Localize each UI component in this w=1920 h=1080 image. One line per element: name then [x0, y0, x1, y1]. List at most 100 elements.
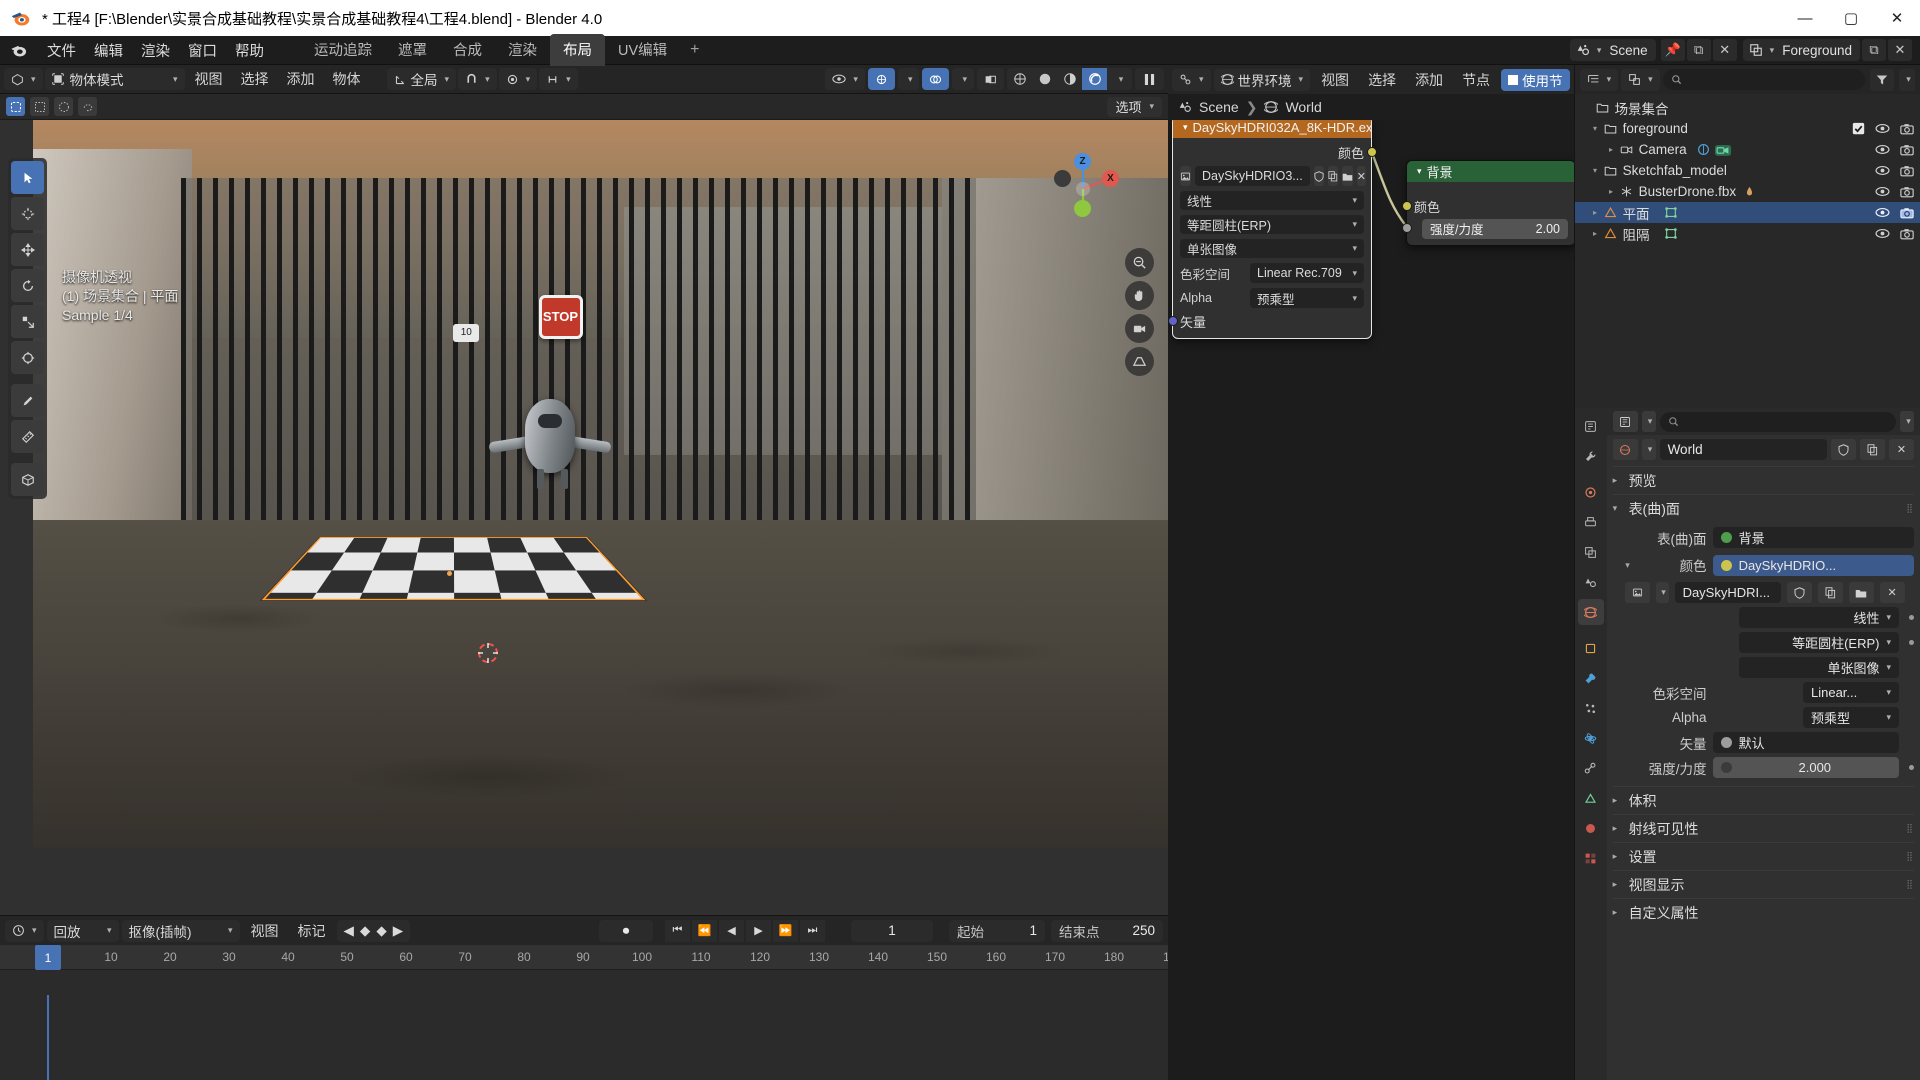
viewport-menu-object[interactable]: 物体 — [325, 68, 369, 90]
properties-tab-modifier[interactable] — [1578, 665, 1604, 691]
new-scene-icon[interactable]: ⧉ — [1686, 39, 1711, 61]
zoom-icon[interactable] — [1125, 248, 1154, 277]
blender-menu-icon[interactable] — [9, 40, 29, 60]
expand-triangle-icon[interactable]: ▸ — [1589, 208, 1602, 217]
overlays-dropdown[interactable]: ▾ — [952, 68, 974, 90]
annotate-tool[interactable] — [11, 384, 44, 417]
duplicate-icon[interactable] — [1327, 166, 1338, 186]
properties-tab-physics[interactable] — [1578, 725, 1604, 751]
circle-select-icon[interactable] — [54, 97, 73, 116]
expand-triangle-icon[interactable]: ▸ — [1589, 229, 1602, 238]
chevron-down-icon[interactable]: ▾ — [1899, 68, 1915, 91]
perspective-toggle-icon[interactable] — [1125, 347, 1154, 376]
camera-render-icon[interactable] — [1900, 165, 1914, 177]
outliner-row-plane[interactable]: ▸ 平面 — [1574, 202, 1920, 223]
end-frame-field[interactable]: 结束点 250 — [1051, 919, 1163, 942]
open-folder-icon[interactable] — [1848, 582, 1874, 603]
background-node-header[interactable]: ▾ 背景 — [1407, 161, 1574, 182]
background-node[interactable]: ▾ 背景 颜色 强度/力度 2.00 — [1402, 160, 1574, 246]
panel-header-ray-visibility[interactable]: ▸ 射线可见性 ⣿ — [1612, 814, 1914, 842]
breadcrumb-world-label[interactable]: World — [1285, 99, 1321, 115]
eye-visibility-icon[interactable] — [1875, 144, 1890, 155]
gizmo-axis-y[interactable] — [1074, 200, 1091, 217]
properties-tab-world[interactable] — [1577, 599, 1604, 625]
gizmo-axis-x[interactable]: X — [1102, 170, 1119, 187]
3d-viewport[interactable]: 选项 ▾ 10 STOP 摄像机透视 (1) 场景集合 | 平面 Sample … — [0, 94, 1168, 915]
outliner-row-foreground[interactable]: ▾ foreground — [1575, 118, 1920, 139]
playhead-marker[interactable]: 1 — [35, 945, 61, 970]
snap-magnet-icon[interactable]: ▾ — [458, 68, 497, 90]
menu-window[interactable]: 窗口 — [179, 37, 226, 64]
drag-dots-icon[interactable]: ⣿ — [1906, 824, 1914, 833]
shading-wireframe-button[interactable] — [1007, 68, 1032, 90]
pan-hand-icon[interactable] — [1125, 281, 1154, 310]
chevron-down-icon[interactable]: ▾ — [1619, 560, 1637, 571]
cursor-tool[interactable] — [11, 197, 44, 230]
timeline-keyframe-area[interactable] — [0, 970, 1168, 1080]
gizmo-axis-z[interactable]: Z — [1074, 153, 1091, 170]
pin-icon[interactable]: 📌 — [1660, 39, 1685, 61]
filter-funnel-icon[interactable] — [1870, 68, 1894, 91]
outliner-row-sketchfab-model[interactable]: ▾ Sketchfab_model — [1575, 160, 1920, 181]
shading-rendered-button[interactable] — [1082, 68, 1107, 90]
viewport-canvas[interactable]: 10 STOP 摄像机透视 (1) 场景集合 | 平面 Sample 1/4 Z… — [0, 120, 1168, 915]
collapse-chevron-icon[interactable]: ▾ — [1183, 122, 1188, 133]
properties-panel-list[interactable]: ▸ 预览 ▾ 表(曲)面 ⣿ 表(曲)面 背景 ▾ 颜色 DaySkyHDRIO… — [1607, 464, 1920, 1080]
gizmo-axis-neg-x[interactable] — [1054, 170, 1071, 187]
jump-prev-keyframe-icon[interactable]: ◀ — [344, 923, 354, 939]
lasso-select-icon[interactable] — [78, 97, 97, 116]
properties-tab-data[interactable] — [1578, 785, 1604, 811]
outliner-display-mode[interactable]: ▾ — [1621, 68, 1660, 91]
close-button[interactable]: ✕ — [1874, 0, 1920, 36]
drag-dots-icon[interactable]: ⣿ — [1906, 504, 1914, 513]
outliner-editor-icon[interactable]: ▾ — [1579, 68, 1619, 91]
shading-material-preview-button[interactable] — [1057, 68, 1082, 90]
shield-fake-user-icon[interactable] — [1313, 166, 1324, 186]
eye-visibility-icon[interactable] — [1875, 228, 1890, 239]
properties-search-input[interactable] — [1659, 411, 1896, 432]
shield-fake-user-icon[interactable] — [1786, 582, 1812, 603]
workspace-tab-uv-editing[interactable]: UV编辑 — [605, 34, 680, 66]
surface-vector-field[interactable]: 默认 — [1712, 732, 1899, 753]
remove-scene-icon[interactable]: ✕ — [1712, 39, 1737, 61]
playback-menu[interactable]: 回放 ▾ — [46, 919, 119, 942]
outliner-tree[interactable]: 场景集合 ▾ foreground ▸ Camera ▾ Sketchfab_m… — [1574, 94, 1920, 408]
surface-strength-field[interactable]: 2.000 — [1712, 757, 1899, 778]
properties-tab-scene[interactable] — [1578, 569, 1604, 595]
play-reverse-button[interactable]: ◀ — [719, 919, 744, 942]
outliner-row-blocker[interactable]: ▸ 阻隔 — [1575, 223, 1920, 244]
animate-property-dot[interactable] — [1909, 640, 1914, 645]
tweak-select-icon[interactable] — [6, 97, 25, 116]
workspace-tab-masking[interactable]: 遮罩 — [385, 34, 440, 66]
world-name-field[interactable]: World — [1659, 439, 1827, 460]
snap-increment-icon[interactable]: ▾ — [539, 68, 578, 90]
use-nodes-toggle[interactable]: 使用节 — [1501, 68, 1570, 91]
jump-to-start-button[interactable]: ⏮ — [665, 919, 690, 942]
jump-start-icon[interactable]: ◆ — [360, 923, 370, 939]
background-strength-socket[interactable] — [1402, 223, 1412, 233]
panel-header-volume[interactable]: ▸ 体积 — [1612, 786, 1914, 814]
gizmo-icon[interactable] — [867, 68, 895, 90]
panel-header-custom-properties[interactable]: ▸ 自定义属性 — [1612, 898, 1914, 926]
maximize-button[interactable]: ▢ — [1828, 0, 1874, 36]
shader-menu-node[interactable]: 节点 — [1454, 69, 1498, 91]
outliner-row-camera[interactable]: ▸ Camera — [1575, 139, 1920, 160]
collapse-chevron-icon[interactable]: ▾ — [1417, 166, 1422, 177]
scale-tool[interactable] — [11, 305, 44, 338]
measure-tool[interactable] — [11, 420, 44, 453]
colorspace-dropdown[interactable]: Linear Rec.709 ▾ — [1250, 263, 1364, 283]
camera-render-icon[interactable] — [1900, 186, 1914, 198]
start-frame-field[interactable]: 起始 1 — [949, 919, 1045, 942]
timeline-editor-icon[interactable]: ▾ — [5, 919, 44, 942]
environment-texture-node-header[interactable]: ▾ DaySkyHDRI032A_8K-HDR.exr — [1173, 120, 1371, 138]
visibility-icon[interactable]: ▾ — [825, 68, 865, 90]
viewport-options-button[interactable]: 选项 ▾ — [1107, 96, 1162, 117]
menu-render[interactable]: 渲染 — [132, 37, 179, 64]
object-mode-selector[interactable]: 物体模式 ▾ — [44, 68, 185, 90]
surface-interpolation-dropdown[interactable]: 线性 ▾ — [1738, 607, 1899, 628]
timeline-menu-view[interactable]: 视图 — [243, 920, 287, 942]
shader-menu-add[interactable]: 添加 — [1407, 69, 1451, 91]
overlays-icon[interactable] — [922, 68, 950, 90]
menu-help[interactable]: 帮助 — [226, 37, 273, 64]
next-keyframe-button[interactable]: ⏩ — [773, 919, 798, 942]
